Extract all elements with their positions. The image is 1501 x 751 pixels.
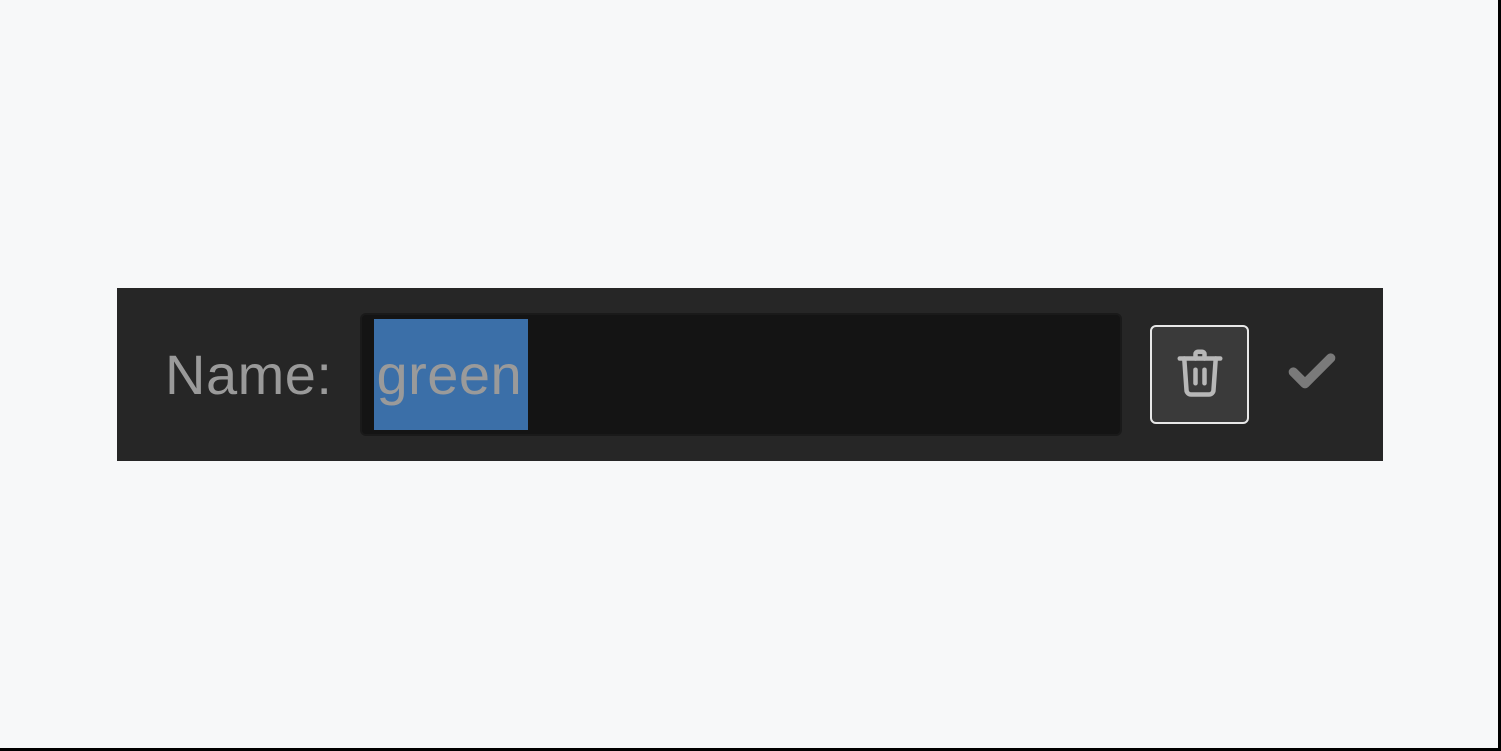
name-label: Name: bbox=[165, 342, 332, 407]
text-selection: green bbox=[374, 319, 528, 430]
confirm-button[interactable] bbox=[1277, 340, 1347, 410]
name-input[interactable]: green bbox=[360, 313, 1122, 436]
name-input-text: green bbox=[376, 347, 522, 403]
trash-icon bbox=[1173, 345, 1227, 404]
name-edit-panel: Name: green bbox=[117, 288, 1383, 461]
check-icon bbox=[1284, 344, 1340, 405]
delete-button[interactable] bbox=[1150, 325, 1249, 424]
